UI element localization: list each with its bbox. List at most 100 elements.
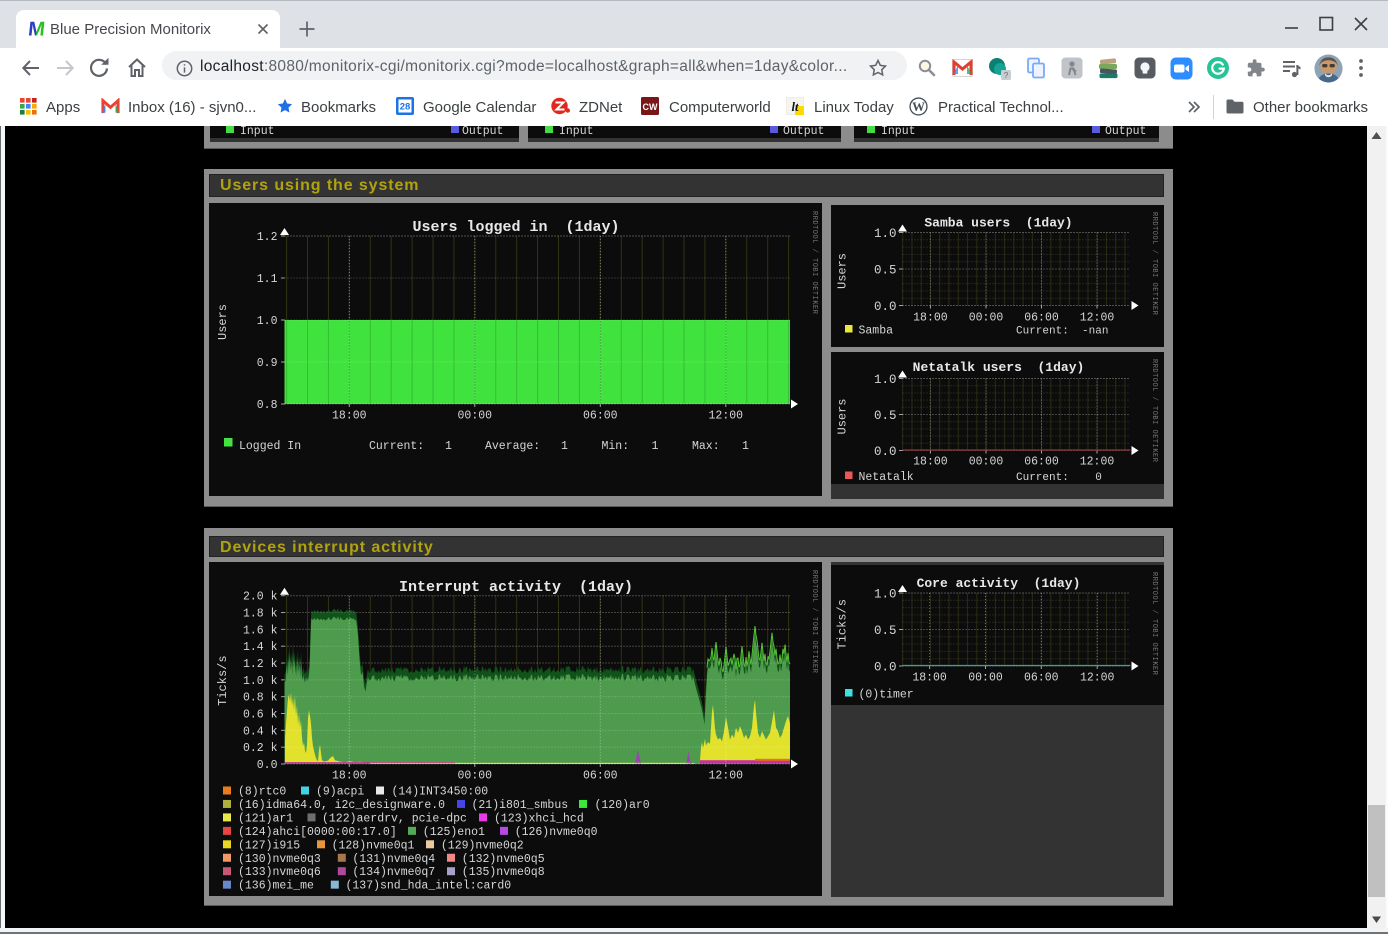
svg-text:(121)ar1: (121)ar1 (238, 812, 293, 825)
svg-text:Max:: Max: (692, 440, 720, 453)
svg-text:0.0: 0.0 (257, 759, 278, 772)
svg-text:1: 1 (742, 440, 749, 453)
svg-text:0.5: 0.5 (874, 264, 897, 278)
svg-text:00:00: 00:00 (458, 770, 493, 783)
svg-text:0.0: 0.0 (874, 300, 897, 314)
svg-text:12:00: 12:00 (1080, 456, 1115, 469)
svg-text:06:00: 06:00 (583, 770, 618, 783)
svg-text:1: 1 (652, 440, 659, 453)
svg-text:18:00: 18:00 (913, 312, 948, 325)
svg-text:Users: Users (836, 253, 850, 289)
svg-text:RRDTOOL / TOBI OETIKER: RRDTOOL / TOBI OETIKER (1150, 212, 1158, 316)
svg-text:Ticks/s: Ticks/s (836, 599, 850, 649)
svg-text:(137)snd_hda_intel:card0: (137)snd_hda_intel:card0 (346, 880, 512, 893)
svg-text:0.4 k: 0.4 k (243, 725, 278, 738)
svg-text:1: 1 (445, 440, 452, 453)
svg-text:Netatalk: Netatalk (859, 471, 914, 484)
svg-text:Users logged in (1day): Users logged in (1day) (412, 219, 619, 236)
svg-text:(120)ar0: (120)ar0 (595, 799, 650, 812)
svg-text:06:00: 06:00 (1024, 671, 1059, 684)
svg-text:0.8: 0.8 (257, 399, 278, 412)
svg-text:Min:: Min: (602, 440, 630, 453)
svg-text:(16)idma64.0, i2c_designware.0: (16)idma64.0, i2c_designware.0 (238, 799, 445, 812)
svg-text:(8)rtc0: (8)rtc0 (238, 786, 286, 799)
svg-text:12:00: 12:00 (709, 770, 744, 783)
svg-text:18:00: 18:00 (332, 770, 367, 783)
svg-text:00:00: 00:00 (458, 410, 493, 423)
svg-text:(0)timer: (0)timer (859, 688, 914, 701)
svg-text:(135)nvme0q8: (135)nvme0q8 (462, 866, 545, 879)
svg-text:00:00: 00:00 (969, 312, 1004, 325)
svg-text:18:00: 18:00 (913, 456, 948, 469)
svg-text:(134)nvme0q7: (134)nvme0q7 (352, 866, 435, 879)
svg-text:?: ? (1004, 70, 1009, 80)
svg-text:Average:: Average: (485, 440, 540, 453)
svg-text:1.0: 1.0 (874, 373, 897, 387)
svg-text:0.5: 0.5 (874, 624, 897, 638)
svg-text:(123)xhci_hcd: (123)xhci_hcd (494, 812, 584, 825)
svg-text:0.5: 0.5 (874, 409, 897, 423)
svg-text:RRDTOOL / TOBI OETIKER: RRDTOOL / TOBI OETIKER (1150, 572, 1158, 676)
svg-text:(130)nvme0q3: (130)nvme0q3 (238, 853, 321, 866)
svg-text:1.2 k: 1.2 k (243, 658, 278, 671)
svg-text:0.0: 0.0 (874, 445, 897, 459)
svg-text:18:00: 18:00 (332, 410, 367, 423)
svg-text:(9)acpi: (9)acpi (316, 786, 364, 799)
svg-text:Interrupt activity (1day): Interrupt activity (1day) (399, 579, 633, 596)
svg-text:Core activity (1day): Core activity (1day) (917, 576, 1081, 591)
svg-text:0.9: 0.9 (257, 357, 278, 370)
svg-text:00:00: 00:00 (969, 456, 1004, 469)
svg-text:0.8 k: 0.8 k (243, 692, 278, 705)
svg-text:(14)INT3450:00: (14)INT3450:00 (392, 786, 489, 799)
svg-text:00:00: 00:00 (968, 671, 1003, 684)
svg-text:(125)eno1: (125)eno1 (423, 826, 485, 839)
svg-text:Current: 0: Current: 0 (1016, 472, 1102, 484)
svg-text:0.0: 0.0 (874, 660, 897, 674)
svg-text:RRDTOOL / TOBI OETIKER: RRDTOOL / TOBI OETIKER (1150, 359, 1158, 463)
svg-text:Current:: Current: (369, 440, 424, 453)
svg-text:1.4 k: 1.4 k (243, 641, 278, 654)
svg-text:Samba: Samba (859, 325, 894, 338)
svg-text:0.6 k: 0.6 k (243, 709, 278, 722)
svg-text:1.0: 1.0 (874, 227, 897, 241)
svg-text:(131)nvme0q4: (131)nvme0q4 (352, 853, 435, 866)
svg-text:Users: Users (836, 398, 850, 434)
svg-text:06:00: 06:00 (583, 410, 618, 423)
svg-text:06:00: 06:00 (1024, 456, 1059, 469)
svg-text:1.1: 1.1 (257, 273, 278, 286)
svg-text:(132)nvme0q5: (132)nvme0q5 (462, 853, 545, 866)
svg-text:(124)ahci[0000:00:17.0]: (124)ahci[0000:00:17.0] (238, 826, 397, 839)
svg-text:(21)i801_smbus: (21)i801_smbus (472, 799, 569, 812)
svg-text:1.0 k: 1.0 k (243, 675, 278, 688)
svg-text:1.0: 1.0 (257, 315, 278, 328)
svg-text:W: W (912, 100, 925, 114)
svg-text:12:00: 12:00 (1080, 671, 1115, 684)
svg-text:1.6 k: 1.6 k (243, 624, 278, 637)
svg-text:(128)nvme0q1: (128)nvme0q1 (332, 839, 415, 852)
svg-text:Ticks/s: Ticks/s (216, 655, 230, 705)
svg-text:1.0: 1.0 (874, 587, 897, 601)
svg-text:M: M (27, 19, 46, 38)
svg-text:Current: -nan: Current: -nan (1016, 326, 1108, 338)
svg-text:2.0 k: 2.0 k (243, 591, 278, 604)
svg-text:1: 1 (561, 440, 568, 453)
svg-text:(122)aerdrv, pcie-dpc: (122)aerdrv, pcie-dpc (322, 812, 467, 825)
svg-text:RRDTOOL / TOBI OETIKER: RRDTOOL / TOBI OETIKER (810, 570, 818, 674)
svg-text:(129)nvme0q2: (129)nvme0q2 (441, 839, 524, 852)
svg-text:Samba users (1day): Samba users (1day) (924, 216, 1072, 231)
svg-text:1.2: 1.2 (257, 231, 278, 244)
svg-text:1.8 k: 1.8 k (243, 608, 278, 621)
svg-text:28: 28 (400, 102, 411, 113)
svg-text:12:00: 12:00 (1080, 312, 1115, 325)
svg-text:(127)i915: (127)i915 (238, 839, 300, 852)
svg-text:lt: lt (792, 100, 799, 114)
svg-text:CW: CW (643, 102, 658, 112)
svg-text:(136)mei_me: (136)mei_me (238, 880, 314, 893)
svg-text:Logged In: Logged In (239, 440, 301, 453)
svg-text:(126)nvme0q0: (126)nvme0q0 (515, 826, 598, 839)
svg-text:12:00: 12:00 (709, 410, 744, 423)
svg-text:RRDTOOL / TOBI OETIKER: RRDTOOL / TOBI OETIKER (810, 211, 818, 315)
svg-text:(133)nvme0q6: (133)nvme0q6 (238, 866, 321, 879)
svg-text:Netatalk users (1day): Netatalk users (1day) (913, 360, 1085, 375)
svg-text:06:00: 06:00 (1024, 312, 1059, 325)
